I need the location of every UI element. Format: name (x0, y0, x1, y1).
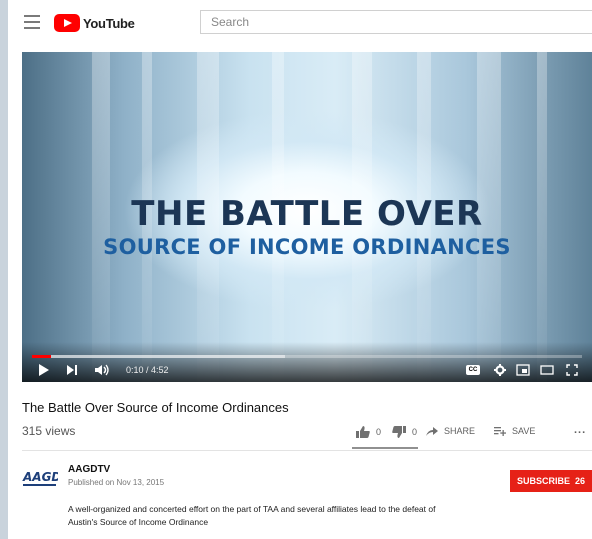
dislike-button[interactable]: 0 (392, 426, 417, 438)
info-divider (22, 450, 592, 451)
buffer-bar (32, 355, 285, 358)
publish-date: Published on Nov 13, 2015 (68, 478, 165, 487)
more-actions-button[interactable]: ... (574, 424, 586, 436)
masthead: YouTube (8, 0, 592, 46)
thumbs-down-icon (392, 426, 406, 438)
miniplayer-icon[interactable] (516, 364, 530, 376)
video-title: The Battle Over Source of Income Ordinan… (22, 400, 289, 415)
dislike-count: 0 (412, 427, 418, 437)
save-button[interactable]: SAVE (494, 426, 535, 436)
search-box (200, 10, 592, 34)
share-arrow-icon (426, 427, 438, 436)
like-button[interactable]: 0 (356, 426, 381, 438)
video-title-line2: SOURCE OF INCOME ORDINANCES (103, 235, 511, 259)
next-icon[interactable] (66, 363, 78, 377)
subscribe-label: SUBSCRIBE (516, 476, 570, 486)
hamburger-menu-icon[interactable] (24, 15, 40, 29)
channel-logo-text: AAGD (22, 470, 58, 484)
subscriber-count: 26 (575, 476, 586, 486)
youtube-logo[interactable]: YouTube (54, 13, 135, 33)
share-label: SHARE (444, 426, 476, 436)
captions-icon[interactable]: CC (466, 365, 480, 375)
youtube-play-logo-icon (54, 14, 80, 32)
youtube-window: YouTube THE BATTLE OVER SOURCE OF INCOME… (8, 0, 592, 539)
fullscreen-icon[interactable] (566, 364, 578, 376)
view-count: 315 views (22, 424, 76, 438)
logo-text: YouTube (83, 15, 135, 31)
channel-name[interactable]: AAGDTV (68, 464, 110, 475)
video-player[interactable]: THE BATTLE OVER SOURCE OF INCOME ORDINAN… (22, 52, 592, 382)
subscribe-button[interactable]: SUBSCRIBE 26 (510, 470, 592, 492)
progress-bar[interactable] (32, 355, 582, 358)
description-line2: Austin's Source of Income Ordinance (68, 517, 209, 527)
video-description: A well-organized and concerted effort on… (68, 503, 568, 529)
played-bar (32, 355, 52, 358)
share-button[interactable]: SHARE (426, 426, 475, 436)
thumbs-up-icon (356, 426, 370, 438)
sentiment-bar (352, 447, 418, 449)
theater-mode-icon[interactable] (540, 364, 554, 376)
play-icon[interactable] (38, 363, 50, 377)
save-label: SAVE (512, 426, 536, 436)
search-input[interactable] (201, 11, 592, 33)
playlist-add-icon (494, 427, 506, 436)
like-count: 0 (376, 427, 382, 437)
more-icon: ... (574, 424, 587, 436)
settings-gear-icon[interactable] (494, 364, 506, 376)
description-line1: A well-organized and concerted effort on… (68, 504, 436, 514)
time-display: 0:10 / 4:52 (126, 365, 169, 375)
volume-icon[interactable] (94, 363, 110, 377)
channel-avatar[interactable]: AAGD (22, 467, 58, 491)
video-title-line1: THE BATTLE OVER (131, 194, 483, 234)
